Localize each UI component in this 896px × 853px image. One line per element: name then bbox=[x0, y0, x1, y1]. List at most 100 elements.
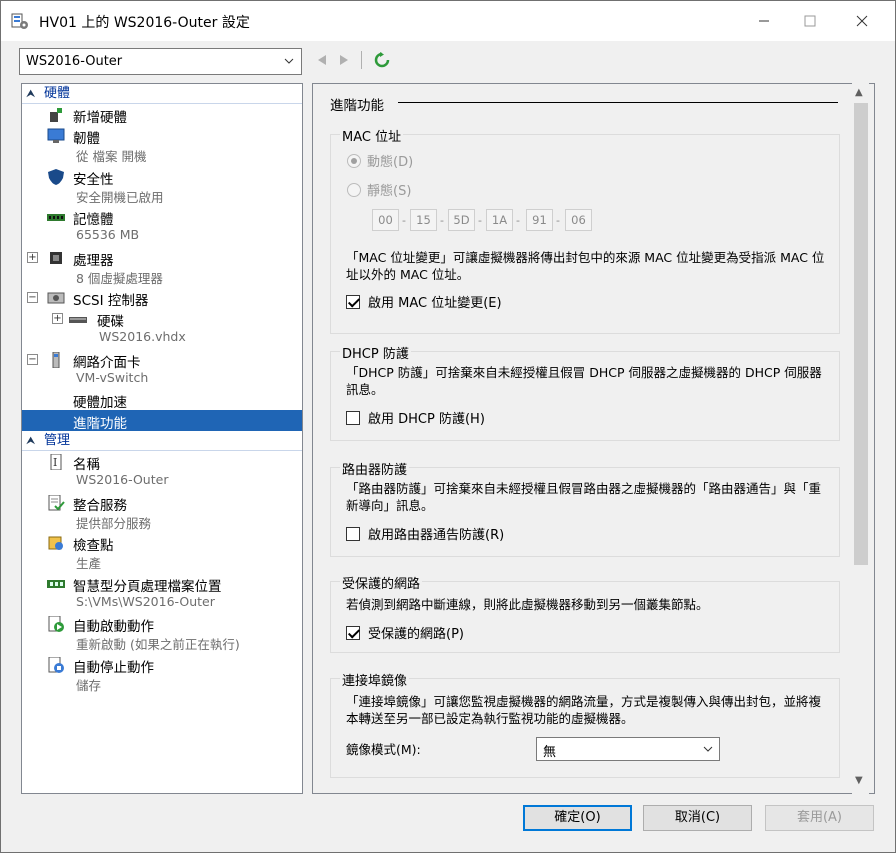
mac-static-radio[interactable]: 靜態(S) bbox=[347, 180, 411, 199]
mac-separator: - bbox=[440, 214, 444, 227]
router-description: 「路由器防護」可捨棄來自未經授權且假冒路由器之虛擬機器的「路由器通告」與「重新導… bbox=[346, 481, 822, 513]
processor-icon bbox=[50, 251, 62, 264]
vm-selector[interactable]: WS2016-Outer bbox=[19, 48, 302, 75]
checkpoint-icon bbox=[48, 536, 63, 550]
toolbar-separator bbox=[361, 51, 362, 69]
network-adapter-icon bbox=[52, 351, 60, 368]
dhcp-guard-checkbox[interactable]: 啟用 DHCP 防護(H) bbox=[346, 408, 485, 427]
refresh-icon[interactable] bbox=[374, 52, 390, 68]
ok-button[interactable]: 確定(O) bbox=[523, 805, 632, 831]
details-scrollbar[interactable]: ▲ ▼ bbox=[852, 83, 869, 794]
mac-spoofing-label: 啟用 MAC 位址變更(E) bbox=[368, 296, 502, 311]
tree-item-label: 硬碟 bbox=[97, 314, 124, 330]
tree-item-sub: WS2016-Outer bbox=[76, 472, 169, 487]
tree-item-label: 新增硬體 bbox=[73, 110, 127, 126]
mirror-mode-value: 無 bbox=[543, 745, 557, 760]
title-bar: HV01 上的 WS2016-Outer 設定 bbox=[1, 1, 895, 41]
tree-item-sub: 儲存 bbox=[76, 677, 102, 693]
svg-text:I: I bbox=[53, 456, 57, 469]
apply-button[interactable]: 套用(A) bbox=[765, 805, 874, 831]
tree-item-network-adapter[interactable]: − 網路介面卡 VM-vSwitch bbox=[22, 349, 302, 390]
checkbox-box bbox=[346, 410, 360, 425]
tree-item-sub: WS2016.vhdx bbox=[99, 329, 186, 344]
management-header-label: 管理 bbox=[44, 433, 71, 448]
tree-item-label: 檢查點 bbox=[73, 538, 114, 554]
mac-address-group: MAC 位址 動態(D) 靜態(S) 00 - 15 - 5D - 1A - 9… bbox=[330, 126, 840, 334]
mac-description: 「MAC 位址變更」可讓虛擬機器將傳出封包中的來源 MAC 位址變更為受指派 M… bbox=[346, 250, 825, 282]
router-guard-checkbox[interactable]: 啟用路由器通告防護(R) bbox=[346, 524, 504, 543]
tree-item-label: 自動停止動作 bbox=[73, 659, 154, 676]
tree-item-label: 網路介面卡 bbox=[73, 354, 141, 371]
tree-item-firmware[interactable]: 韌體 從 檔案 開機 bbox=[22, 125, 302, 166]
navigation-toolbar bbox=[317, 51, 390, 69]
tree-item-auto-start[interactable]: 自動啟動動作 重新啟動 (如果之前正在執行) bbox=[22, 613, 302, 654]
hardware-section-header[interactable]: ⮝ 硬體 bbox=[22, 84, 302, 104]
tree-item-scsi-controller[interactable]: − SCSI 控制器 bbox=[22, 287, 302, 309]
maximize-button[interactable] bbox=[787, 1, 833, 41]
scroll-down-icon[interactable]: ▼ bbox=[855, 775, 863, 786]
checkbox-box bbox=[346, 526, 360, 541]
mac-octet-field[interactable]: 06 bbox=[565, 209, 592, 231]
mac-octet-field[interactable]: 00 bbox=[372, 209, 399, 231]
tree-item-add-hardware[interactable]: 新增硬體 bbox=[22, 104, 302, 126]
management-section-header[interactable]: ⮝ 管理 bbox=[22, 431, 302, 451]
protected-network-label: 受保護的網路(P) bbox=[368, 627, 464, 642]
name-icon: I bbox=[50, 454, 62, 470]
tree-item-security[interactable]: 安全性 安全開機已啟用 bbox=[22, 166, 302, 207]
tree-item-smart-paging[interactable]: 智慧型分頁處理檔案位置 S:\VMs\WS2016-Outer bbox=[22, 573, 302, 614]
back-arrow-icon[interactable] bbox=[317, 54, 327, 66]
tree-item-sub: 重新啟動 (如果之前正在執行) bbox=[76, 637, 240, 652]
mac-octet-field[interactable]: 15 bbox=[410, 209, 437, 231]
tree-item-checkpoints[interactable]: 檢查點 生產 bbox=[22, 532, 302, 573]
radio-dot bbox=[347, 153, 361, 168]
settings-tree: ⮝ 硬體 新增硬體 韌體 從 檔案 開機 安全性 安全開機已啟用 記憶體 655… bbox=[21, 83, 303, 794]
mac-dynamic-radio[interactable]: 動態(D) bbox=[347, 151, 413, 170]
tree-item-memory[interactable]: 記憶體 65536 MB bbox=[22, 206, 302, 247]
tree-item-sub: 提供部分服務 bbox=[76, 515, 152, 531]
tree-item-sub: 65536 MB bbox=[76, 227, 140, 242]
tree-item-label: 名稱 bbox=[73, 457, 100, 473]
forward-arrow-icon[interactable] bbox=[339, 54, 349, 66]
port-mirroring-group: 連接埠鏡像 「連接埠鏡像」可讓您監視虛擬機器的網路流量，方式是複製傳入與傳出封包… bbox=[330, 670, 840, 778]
tree-item-name[interactable]: I 名稱 WS2016-Outer bbox=[22, 451, 302, 492]
chevron-down-icon bbox=[703, 746, 713, 752]
page-title-divider bbox=[398, 102, 838, 103]
tree-item-label: 韌體 bbox=[73, 131, 100, 147]
mac-dynamic-label: 動態(D) bbox=[367, 155, 414, 170]
collapse-minus-icon[interactable]: − bbox=[27, 353, 38, 365]
tree-item-label: 自動啟動動作 bbox=[73, 619, 154, 635]
tree-item-label: 硬體加速 bbox=[73, 395, 127, 411]
tree-item-hardware-acceleration[interactable]: 硬體加速 bbox=[22, 389, 302, 411]
collapse-double-chevron-icon[interactable]: ⮝ bbox=[26, 84, 35, 104]
protected-group-title: 受保護的網路 bbox=[340, 573, 423, 592]
expand-plus-icon[interactable]: + bbox=[27, 251, 38, 263]
minimize-button[interactable] bbox=[741, 1, 787, 41]
settings-window: HV01 上的 WS2016-Outer 設定 WS2016-Outer ⮝ 硬… bbox=[0, 0, 896, 853]
cancel-button[interactable]: 取消(C) bbox=[643, 805, 752, 831]
protected-network-checkbox[interactable]: 受保護的網路(P) bbox=[346, 623, 464, 642]
mirror-mode-select[interactable]: 無 bbox=[536, 737, 720, 761]
tree-item-integration-services[interactable]: 整合服務 提供部分服務 bbox=[22, 492, 302, 533]
tree-item-sub: 生產 bbox=[76, 556, 102, 571]
scroll-up-icon[interactable]: ▲ bbox=[855, 87, 863, 98]
tree-item-processor[interactable]: + 處理器 8 個虛擬處理器 bbox=[22, 247, 302, 288]
mac-octet-field[interactable]: 1A bbox=[486, 209, 513, 231]
tree-item-label: 記憶體 bbox=[73, 212, 114, 228]
dhcp-description: 「DHCP 防護」可捨棄來自未經授權且假冒 DHCP 伺服器之虛擬機器的 DHC… bbox=[346, 365, 822, 397]
tree-item-label: 處理器 bbox=[73, 252, 114, 269]
details-pane: 進階功能 MAC 位址 動態(D) 靜態(S) 00 - 15 - 5D - 1… bbox=[312, 83, 875, 794]
expand-plus-icon[interactable]: + bbox=[52, 313, 63, 324]
mac-octet-field[interactable]: 91 bbox=[526, 209, 553, 231]
mac-octet-field[interactable]: 5D bbox=[448, 209, 475, 231]
memory-icon bbox=[47, 214, 65, 221]
collapse-minus-icon[interactable]: − bbox=[27, 292, 38, 303]
scsi-controller-icon bbox=[47, 292, 65, 304]
close-button[interactable] bbox=[839, 1, 885, 41]
collapse-double-chevron-icon[interactable]: ⮝ bbox=[26, 431, 35, 451]
tree-item-advanced-features[interactable]: 進階功能 bbox=[22, 410, 302, 432]
mac-spoofing-checkbox[interactable]: 啟用 MAC 位址變更(E) bbox=[346, 292, 502, 311]
add-hardware-icon bbox=[50, 108, 62, 122]
scroll-thumb[interactable] bbox=[854, 103, 868, 565]
tree-item-hard-drive[interactable]: + 硬碟 WS2016.vhdx bbox=[22, 308, 302, 349]
tree-item-auto-stop[interactable]: 自動停止動作 儲存 bbox=[22, 654, 302, 695]
